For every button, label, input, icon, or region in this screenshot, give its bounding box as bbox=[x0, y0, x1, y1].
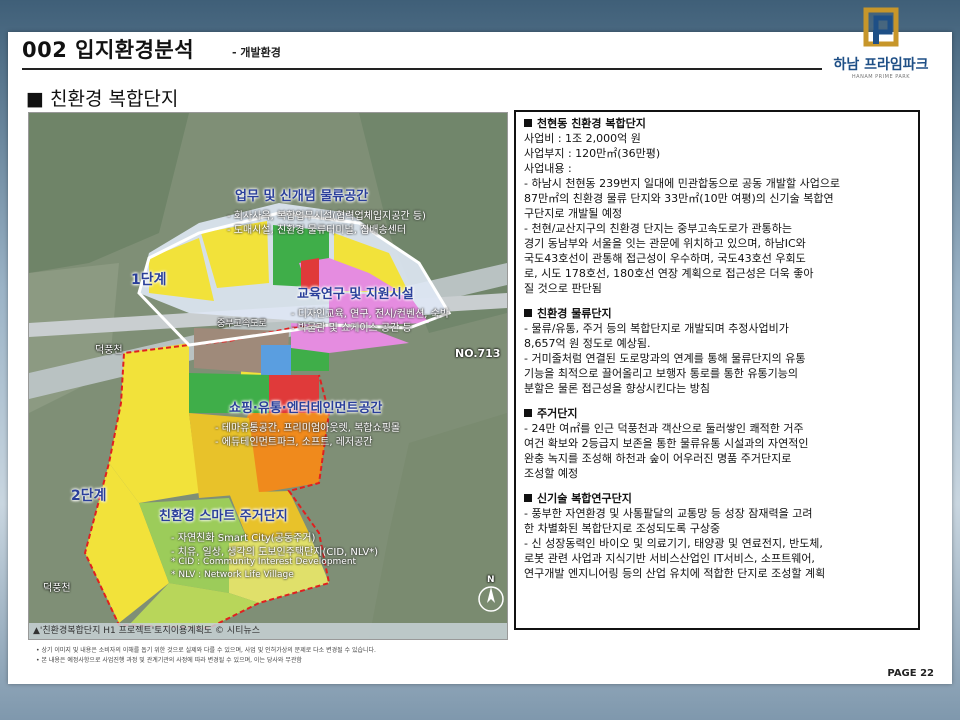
map-label-housing-b4: * NLV : Network Life Village bbox=[171, 570, 294, 580]
square-bullet-icon bbox=[524, 309, 532, 317]
info-line: 사업부지 : 120만㎡(36만평) bbox=[524, 147, 661, 160]
info-section-3-head: 주거단지 bbox=[524, 406, 910, 421]
info-line: - 신 성장동력인 바이오 및 의료기기, 태양광 및 연료전지, 반도체, bbox=[524, 537, 823, 550]
map-label-shopping: 쇼핑·유통·엔터테인먼트공간 bbox=[229, 401, 383, 416]
map-label-shopping-b2: - 에듀테인먼트파크, 소프트, 레저공간 bbox=[215, 437, 373, 448]
info-line: 사업비 : 1조 2,000억 원 bbox=[524, 132, 641, 145]
logo-mark-icon bbox=[863, 7, 899, 47]
logo-subtext: HANAM PRIME PARK bbox=[851, 74, 911, 80]
square-bullet-icon bbox=[524, 409, 532, 417]
info-line: 구단지로 개발될 예정 bbox=[524, 207, 623, 220]
info-line: - 물류/유통, 주거 등의 복합단지로 개발되며 추정사업비가 bbox=[524, 322, 789, 335]
page-subtitle: - 개발환경 bbox=[232, 46, 281, 59]
map-label-deokpung: 덕풍천 bbox=[95, 345, 123, 356]
map-label-phase1: 1단계 bbox=[131, 272, 167, 288]
map-label-housing-b1: - 자연친화 Smart City(공동주거) bbox=[171, 533, 316, 544]
map-label-north: N bbox=[487, 575, 495, 585]
map-label-logistics-b1: - 회사사옥, 복합업무시설(협력업체입지공간 등) bbox=[227, 211, 426, 222]
map-caption: ▲'친환경복합단지 H1 프로젝트'토지이용계획도 © 시티뉴스 bbox=[29, 623, 507, 639]
info-section-1-title: 천현동 친환경 복합단지 bbox=[537, 117, 646, 130]
info-line: 질 것으로 판단됨 bbox=[524, 282, 602, 295]
info-section-1-head: 천현동 친환경 복합단지 bbox=[524, 116, 910, 131]
map-label-shopping-b1: - 테마유통공간, 프리미엄아웃렛, 복합쇼핑몰 bbox=[215, 423, 401, 434]
map-label-housing-b3: * CID : Community Interest Development bbox=[171, 557, 357, 567]
footnote-2: • 본 내용은 예정사항으로 사업진행 과정 및 관계기관의 사정에 따라 변경… bbox=[36, 657, 302, 664]
info-line: 8,657억 원 정도로 예상됨. bbox=[524, 337, 651, 350]
info-section-3-title: 주거단지 bbox=[537, 407, 578, 420]
map-label-road: NO.713 bbox=[455, 347, 501, 360]
info-line: 로, 시도 178호선, 180호선 연장 계획으로 접근성은 더욱 좋아 bbox=[524, 267, 814, 280]
info-line: 분할은 물론 접근성을 향상시킨다는 방침 bbox=[524, 382, 711, 395]
info-line: - 24만 여㎡를 인근 덕풍천과 객산으로 둘러쌓인 쾌적한 거주 bbox=[524, 422, 804, 435]
map-label-edu-b1: - 디자인교육, 연구, 전시/컨벤션, 숙박 bbox=[291, 309, 450, 320]
map-label-logistics: 업무 및 신개념 물류공간 bbox=[235, 189, 369, 204]
map-label-edu: 교육연구 및 지원시설 bbox=[297, 287, 414, 302]
info-line: - 하남시 천현동 239번지 일대에 민관합동으로 공동 개발할 사업으로 bbox=[524, 177, 841, 190]
info-line: 경기 동남부와 서울을 잇는 관문에 위치하고 있으며, 하남IC와 bbox=[524, 237, 806, 250]
info-line: 87만㎡의 친환경 물류 단지와 33만㎡(10만 여평)의 신기술 복합연 bbox=[524, 192, 834, 205]
map-label-housing: 친환경 스마트 주거단지 bbox=[159, 509, 288, 524]
info-line: - 천현/교산지구의 친환경 단지는 중부고속도로가 관통하는 bbox=[524, 222, 793, 235]
map-label-deokpung-south: 덕풍천 bbox=[43, 583, 71, 594]
info-line: 연구개발 엔지니어링 등의 산업 유치에 적합한 단지로 조성할 계획 bbox=[524, 567, 826, 580]
logo-name: 하남 프라임파크 bbox=[833, 57, 929, 73]
map-label-highway: 중부고속도로 bbox=[217, 319, 267, 329]
info-line: 조성할 예정 bbox=[524, 467, 579, 480]
section-heading: ■ 친환경 복합단지 bbox=[26, 88, 179, 110]
info-section-4-head: 신기술 복합연구단지 bbox=[524, 491, 910, 506]
square-bullet-icon bbox=[524, 494, 532, 502]
page-number: PAGE 22 bbox=[887, 668, 934, 679]
title-divider bbox=[22, 68, 822, 70]
info-line: 사업내용 : bbox=[524, 162, 572, 175]
info-panel: 천현동 친환경 복합단지 사업비 : 1조 2,000억 원 사업부지 : 12… bbox=[514, 110, 920, 630]
info-line: 완충 녹지를 조성해 하천과 숲이 어우러진 명품 주거단지로 bbox=[524, 452, 792, 465]
footnotes: • 상기 이미지 및 내용은 소비자의 이해를 돕기 위한 것으로 실제와 다를… bbox=[36, 646, 376, 666]
info-line: - 거미줄처럼 연결된 도로망과의 연계를 통해 물류단지의 유통 bbox=[524, 352, 806, 365]
info-line: 로봇 관련 사업과 지식기반 서비스산업인 IT서비스, 소프트웨어, bbox=[524, 552, 815, 565]
brand-logo: 하남 프라임파크 HANAM PRIME PARK bbox=[826, 4, 936, 84]
info-section-2-title: 친환경 물류단지 bbox=[537, 307, 612, 320]
map-label-logistics-b2: - 도매시설, 친환경 물류터미널, 집배송센터 bbox=[227, 225, 407, 236]
info-line: 기능을 최적으로 끌어올리고 보행자 통로를 통한 유통기능의 bbox=[524, 367, 798, 380]
info-line: 여건 확보와 2등급지 보존을 통한 물류유통 시설과의 자연적인 bbox=[524, 437, 809, 450]
footnote-1: • 상기 이미지 및 내용은 소비자의 이해를 돕기 위한 것으로 실제와 다를… bbox=[36, 647, 376, 654]
info-line: 국도43호선이 관통해 접근성이 우수하며, 국도43호선 우회도 bbox=[524, 252, 806, 265]
land-use-map: 업무 및 신개념 물류공간 - 회사사옥, 복합업무시설(협력업체입지공간 등)… bbox=[28, 112, 508, 640]
info-section-2-head: 친환경 물류단지 bbox=[524, 306, 910, 321]
info-section-4-title: 신기술 복합연구단지 bbox=[537, 492, 632, 505]
info-line: 한 차별화된 복합단지로 조성되도록 구상중 bbox=[524, 522, 721, 535]
map-label-phase2: 2단계 bbox=[71, 488, 107, 504]
map-label-edu-b2: - 박물관 및 쇼케이스 공간 등 bbox=[291, 323, 412, 334]
map-label-housing-b2: - 치유, 일상, 생각의 도보인주택단지(CID, NLV*) bbox=[171, 547, 379, 558]
info-line: - 풍부한 자연환경 및 사통팔달의 교통망 등 성장 잠재력을 고려 bbox=[524, 507, 813, 520]
page-title: 002 입지환경분석 bbox=[22, 38, 195, 62]
square-bullet-icon bbox=[524, 119, 532, 127]
